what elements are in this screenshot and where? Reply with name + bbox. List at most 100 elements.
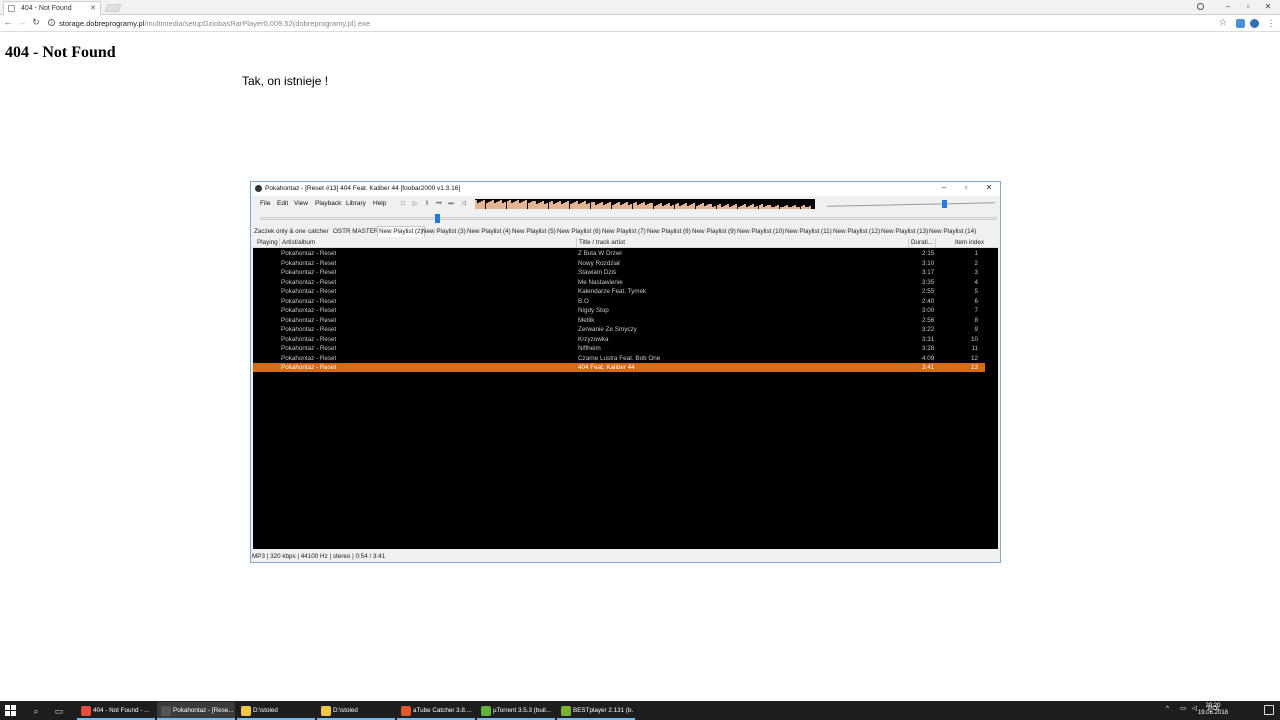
playlist-tab[interactable]: New Playlist (10) [736,226,785,237]
maximize-icon[interactable]: ▫ [1242,2,1254,11]
menu-file[interactable]: File [260,200,270,207]
column-title[interactable]: Title / track artist [579,239,625,246]
pause-icon[interactable]: ‖ [423,201,431,208]
menu-library[interactable]: Library [346,200,366,207]
column-artist-album[interactable]: Artist/album [282,239,315,246]
playlist-row[interactable]: Pokahontaz - Reset Stawiam Dziś 3:17 3 [253,268,985,277]
page-text: Tak, on istnieje ! [242,74,329,88]
tray-chevron-icon[interactable]: ^ [1166,705,1169,712]
playlist-row[interactable]: Pokahontaz - Reset Krzyzowka 3:31 10 [253,335,985,344]
extension-icon[interactable] [1236,19,1245,28]
playlist-tab[interactable]: New Playlist (13) [880,226,929,237]
playlist-scrollbar[interactable] [985,249,998,549]
playlist-row[interactable]: Pokahontaz - Reset Metlik 2:56 8 [253,316,985,325]
extension-icon[interactable] [1250,19,1259,28]
forward-icon[interactable]: → [17,17,27,27]
playlist-tab[interactable]: New Playlist (7) [601,226,647,237]
profile-icon[interactable] [1197,3,1204,10]
column-duration[interactable]: Durati... [911,239,933,246]
close-window-icon[interactable]: ✕ [1262,2,1274,11]
next-icon[interactable]: ⏭ [447,201,455,208]
browser-tab-title: 404 - Not Found [21,5,72,12]
column-separator[interactable] [576,238,577,248]
column-playing[interactable]: Playing [257,239,278,246]
windows-start-icon[interactable] [5,705,17,717]
playlist-row[interactable]: Pokahontaz - Reset Zerwanie Ze Smyczy 3:22… [253,325,985,334]
foobar-app-icon [255,185,262,192]
row-artist: Pokahontaz - Reset [281,297,337,305]
playlist-tab[interactable]: New Playlist (5) [511,226,557,237]
play-icon[interactable]: ▷ [411,201,419,208]
volume-slider-knob[interactable] [942,200,947,208]
taskbar-item[interactable]: Pokahontaz - [Rese... [157,702,235,720]
bookmark-star-icon[interactable]: ☆ [1219,17,1227,28]
playlist-tab[interactable]: New Playlist (4) [466,226,512,237]
previous-icon[interactable]: ⏮ [435,201,443,208]
back-icon[interactable]: ← [3,17,13,27]
chrome-menu-icon[interactable]: ⋮ [1266,18,1276,29]
taskbar-item[interactable]: D:\stoled [317,702,395,720]
playlist-tab[interactable]: New Playlist (14) [928,226,977,237]
address-bar[interactable]: i storage.dobreprogramy.pl/multimedia/se… [44,17,1230,30]
search-icon[interactable]: ⌕ [31,706,41,716]
playlist-tab[interactable]: New Playlist (6) [556,226,602,237]
minimize-icon[interactable]: – [1222,2,1234,11]
playlist-tab[interactable]: New Playlist (12) [832,226,881,237]
playlist-view[interactable]: Playing Artist/album Title / track artis… [253,238,998,549]
folder-icon [321,706,331,716]
menu-edit[interactable]: Edit [277,200,288,207]
foobar-close-icon[interactable]: ✕ [983,183,995,192]
column-separator[interactable] [279,238,280,248]
taskbar-item[interactable]: 404 - Not Found - ... [77,702,155,720]
menu-help[interactable]: Help [373,200,386,207]
foobar-maximize-icon[interactable]: ▫ [960,183,972,192]
row-artist: Pokahontaz - Reset [281,364,337,371]
playlist-tab[interactable]: catcher [307,226,330,237]
playlist-tab[interactable]: New Playlist (9) [691,226,737,237]
playlist-row[interactable]: Pokahontaz - Reset B.O 2:40 6 [253,297,985,306]
playlist-row[interactable]: Pokahontaz - Reset 404 Feat. Kaliber 44 3:… [253,363,985,372]
new-tab-button[interactable] [104,4,122,12]
tab-close-icon[interactable]: ✕ [90,4,96,12]
site-info-icon[interactable]: i [48,19,55,26]
network-icon[interactable]: ▭ [1180,705,1186,712]
system-clock[interactable]: 20:20 19.06.2018 [1198,703,1228,717]
seekbar-knob[interactable] [434,214,440,223]
playlist-tab[interactable]: OSTR MASTER [332,226,379,237]
playlist-row[interactable]: Pokahontaz - Reset Z Buta W Drzwi 2:15 1 [253,249,985,258]
browser-tab[interactable]: 404 - Not Found ✕ [3,1,101,15]
playlist-tab[interactable]: New Playlist (8) [646,226,692,237]
stop-icon[interactable]: □ [399,201,407,208]
bestplayer-icon [561,706,571,716]
menu-view[interactable]: View [294,200,308,207]
browser-toolbar: ← → ↻ i storage.dobreprogramy.pl/multime… [0,15,1280,32]
taskbar-item[interactable]: aTube Catcher 3.8.... [397,702,475,720]
url-text[interactable]: storage.dobreprogramy.pl/multimedia/setu… [59,19,370,28]
taskbar-item-label: µTorrent 3.5.3 (buil... [493,707,551,714]
action-center-icon[interactable] [1264,705,1274,715]
foobar-titlebar[interactable]: Pokahontaz - [Reset #13] 404 Feat. Kalib… [251,182,1000,196]
playlist-row[interactable]: Pokahontaz - Reset Niflheim 3:28 11 [253,344,985,353]
foobar-minimize-icon[interactable]: – [938,183,950,192]
column-separator[interactable] [908,238,909,248]
volume-icon[interactable]: ◁ [1192,705,1197,712]
playlist-tab[interactable]: New Playlist (3) [421,226,467,237]
seekbar[interactable] [260,217,997,220]
playlist-row[interactable]: Pokahontaz - Reset Kalendarze Feat. Tymek… [253,287,985,296]
reload-icon[interactable]: ↻ [31,17,41,28]
random-icon[interactable]: ⤨ [459,201,467,208]
menu-playback[interactable]: Playback [315,200,341,207]
playlist-tab[interactable]: New Playlist (2) [377,226,425,237]
taskbar-item[interactable]: D:\stoled [237,702,315,720]
column-separator[interactable] [935,238,936,248]
taskbar-item[interactable]: BESTplayer 2.131 (b... [557,702,635,720]
task-view-icon[interactable]: ▭ [54,706,64,716]
playlist-row[interactable]: Pokahontaz - Reset Nowy Rozdział 3:10 2 [253,259,985,268]
taskbar-item[interactable]: µTorrent 3.5.3 (buil... [477,702,555,720]
playlist-row[interactable]: Pokahontaz - Reset Nigdy Stop 3:00 7 [253,306,985,315]
playlist-row[interactable]: Pokahontaz - Reset Me Nastawienie 3:35 4 [253,278,985,287]
playlist-row[interactable]: Pokahontaz - Reset Czarne Lustra Feat. Bo… [253,354,985,363]
column-item-index[interactable]: Item index [955,239,984,246]
playlist-tab[interactable]: Zaczek only & one [253,226,307,237]
playlist-tab[interactable]: New Playlist (11) [784,226,833,237]
